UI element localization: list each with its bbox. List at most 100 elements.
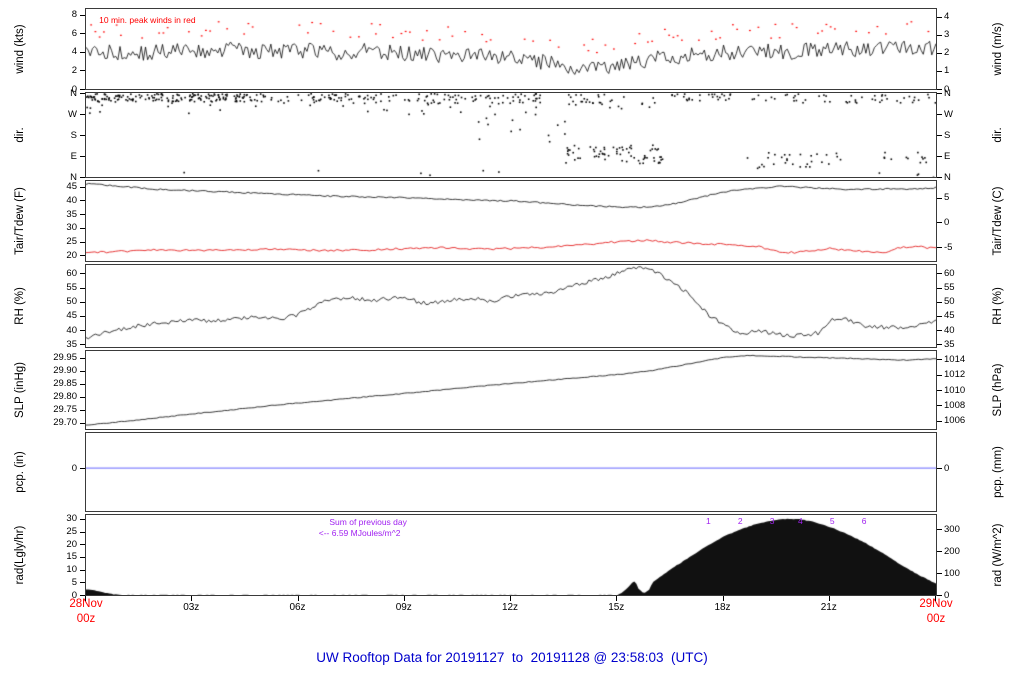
ytick-mark-right [937,315,942,317]
ytick-right-dir: E [944,150,951,162]
ytick-mark-right [937,177,942,178]
ytick-mark-left [80,214,85,216]
ytick-left-rad: 25 [66,526,77,537]
ytick-mark-right [937,359,942,361]
ytick-mark-left [80,287,85,289]
ytick-right-wind: 3 [944,29,950,41]
xtick-mark [616,596,618,601]
ytick-right-wind: 1 [944,65,950,77]
ytick-left-rh: 35 [66,338,77,350]
annotation-rad-5: 4 [798,516,803,527]
ytick-mark-left [80,273,85,275]
ytick-left-dir: S [70,129,77,141]
ytick-mark-right [937,344,942,346]
ytick-mark-right [937,405,942,407]
ytick-left-temp: 25 [66,236,77,248]
ytick-mark-right [937,273,942,275]
slp-plot-canvas [86,351,936,429]
x-start-date-label: 28Nov 00z [56,597,116,627]
ytick-left-slp: 29.75 [53,404,77,415]
ytick-left-slp: 29.90 [53,365,77,376]
ytick-mark-right [937,247,942,249]
ytick-mark-right [937,595,942,596]
ytick-mark-left [80,357,85,359]
ytick-mark-left [80,241,85,243]
ytick-right-slp: 1012 [944,369,966,381]
ytick-left-pcp: 0 [71,462,77,474]
ytick-mark-right [937,70,942,72]
panel-pcp [85,432,937,512]
ytick-mark-right [937,52,942,54]
ytick-mark-left [80,70,85,72]
ytick-left-wind: 2 [71,64,77,76]
xtick-mark-end [85,596,86,601]
annotation-rad-7: 6 [861,516,867,527]
xtick-label: 03z [183,602,200,613]
panel-dir [85,92,937,178]
xtick-mark [510,596,511,601]
ytick-mark-right [937,16,942,18]
ytick-mark-left [80,51,85,53]
meteogram-figure: 28Nov 00z 29Nov 00z UW Rooftop Data for … [0,0,1024,700]
ytick-mark-left [80,330,85,332]
ytick-left-dir: E [70,150,77,162]
ytick-mark-right [937,156,942,157]
pcp-plot-canvas [86,433,936,511]
ytick-left-temp: 30 [66,222,77,234]
ytick-mark-left [80,518,85,520]
start-hour: 00z [76,613,96,625]
ytick-right-rh: 50 [944,296,955,308]
ytick-right-rh: 40 [944,324,955,336]
ytick-right-temp: 5 [944,192,950,204]
annotation-rad-2: 1 [705,516,711,527]
ytick-left-slp: 29.85 [53,378,77,389]
rh-plot-canvas [86,265,936,347]
ytick-right-rh: 45 [944,310,955,322]
ytick-mark-left [80,93,85,94]
ytick-left-dir: N [70,87,77,99]
ytick-right-dir: N [944,87,951,99]
ytick-mark-left [80,301,85,303]
ytick-right-rh: 35 [944,338,955,350]
ylabel-right-dir: dir. [992,127,1004,143]
ytick-right-wind: 2 [944,47,950,59]
annotation-rad-6: 5 [829,516,835,527]
xtick-label: 21z [820,602,837,613]
panel-rh [85,264,937,348]
ytick-left-rad: 10 [66,564,77,576]
annotation-rad-1: <-- 6.59 MJoules/m^2 [318,527,401,538]
ytick-mark-left [80,315,85,317]
ylabel-right-wind: wind (m/s) [992,22,1004,76]
temp-plot-canvas [86,181,936,261]
ytick-left-rad: 20 [66,538,77,550]
ytick-left-rh: 50 [66,296,77,308]
ytick-mark-left [80,396,85,398]
ytick-mark-left [80,569,85,571]
ytick-left-rad: 5 [71,576,77,588]
annotation-rad-0: Sum of previous day [329,517,407,528]
ytick-mark-right [937,301,942,303]
xtick-label: 18z [714,602,731,613]
ytick-left-slp: 29.95 [53,352,77,363]
ytick-mark-right [937,93,942,94]
ytick-left-rh: 60 [66,267,77,279]
ytick-mark-left [80,14,85,16]
ytick-right-rad: 100 [944,567,960,579]
ytick-mark-left [80,89,85,90]
ytick-left-wind: 8 [71,9,77,21]
ytick-left-slp: 29.70 [53,417,77,428]
rad-plot-canvas [86,515,936,595]
panel-rad [85,514,937,596]
ytick-mark-right [937,330,942,332]
xtick-mark [722,596,724,601]
ytick-mark-left [80,409,85,411]
ytick-left-temp: 20 [66,249,77,261]
xtick-mark [191,596,193,601]
ytick-right-rh: 55 [944,282,955,294]
ytick-mark-right [937,529,942,531]
ytick-mark-left [80,531,85,533]
ytick-right-slp: 1014 [944,353,966,365]
ytick-mark-left [80,177,85,178]
xtick-label: 09z [395,602,412,613]
ytick-mark-right [937,390,942,391]
